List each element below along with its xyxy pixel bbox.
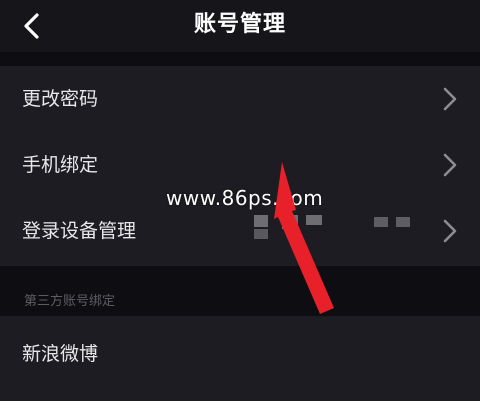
account-management-screen: 账号管理 更改密码 手机绑定 登录设备管理 第三方账号绑定 新浪微博 www.8… <box>0 0 480 401</box>
red-pointer-arrow-icon <box>274 162 334 314</box>
